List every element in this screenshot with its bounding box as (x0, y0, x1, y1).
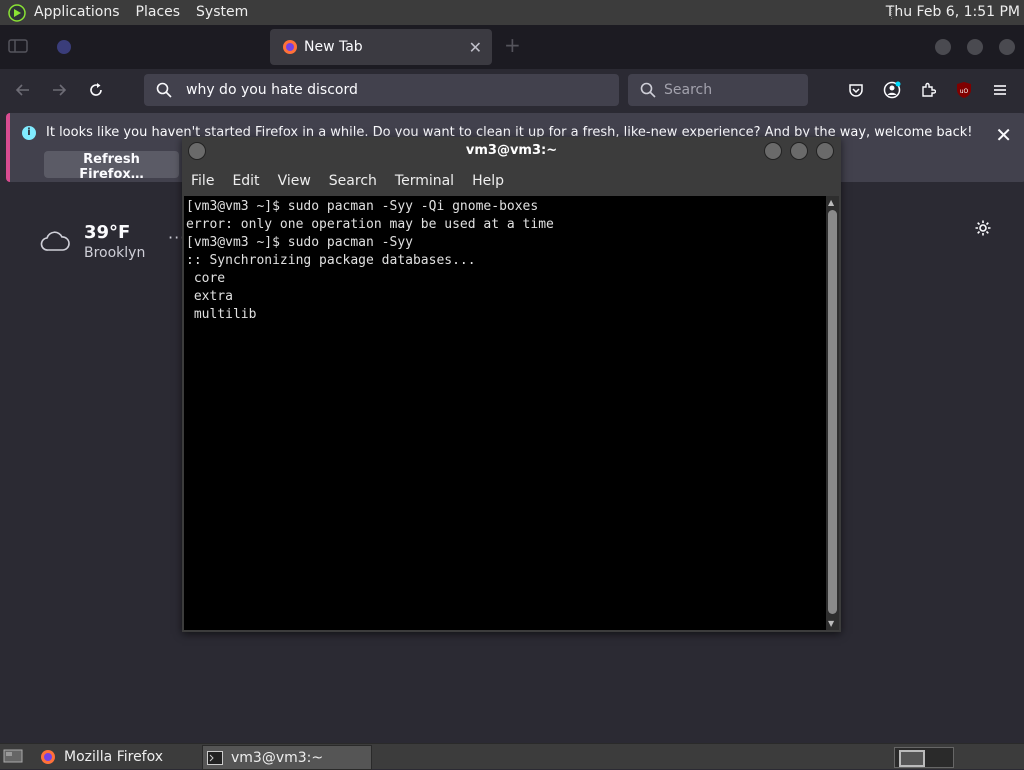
search-icon (640, 82, 656, 98)
scroll-up-icon[interactable]: ▲ (828, 198, 834, 207)
panel-menu-applications[interactable]: Applications (26, 0, 128, 25)
extensions-icon[interactable] (917, 79, 939, 101)
panel-menu-places[interactable]: Places (128, 0, 189, 25)
search-icon (156, 82, 172, 98)
terminal-title: vm3@vm3:~ (465, 143, 558, 158)
terminal-menu-search[interactable]: Search (320, 167, 386, 195)
ublock-origin-icon[interactable]: uO (953, 79, 975, 101)
workspace-switcher[interactable] (894, 747, 954, 768)
terminal-menu-help[interactable]: Help (463, 167, 513, 195)
terminal-window[interactable]: vm3@vm3:~ File Edit View Search Terminal… (182, 137, 841, 632)
panel-menubar: Applications Places System (0, 0, 256, 25)
close-tab-icon[interactable]: ✕ (469, 38, 482, 57)
firefox-icon (40, 749, 56, 765)
panel-clock[interactable]: Thu Feb 6, 1:51 PM (886, 0, 1020, 25)
show-desktop-icon[interactable] (3, 748, 23, 764)
distro-logo-icon[interactable] (8, 3, 26, 22)
window-close-button[interactable] (999, 39, 1015, 55)
terminal-menu-file[interactable]: File (182, 167, 223, 195)
terminal-scrollbar[interactable]: ▲ ▼ (826, 196, 839, 630)
pocket-icon[interactable] (845, 79, 867, 101)
panel-menu-system[interactable]: System (188, 0, 256, 25)
weather-city: Brooklyn (84, 245, 146, 261)
refresh-firefox-button[interactable]: Refresh Firefox… (44, 151, 179, 182)
forward-arrow-icon (53, 84, 67, 96)
firefox-navbar: why do you hate discord Search uO (0, 69, 1024, 111)
bottom-taskbar: Mozilla Firefox vm3@vm3:~ (0, 743, 1024, 770)
firefox-view-icon[interactable] (8, 38, 28, 58)
tab-label: New Tab (304, 39, 363, 55)
window-maximize-button[interactable] (967, 39, 983, 55)
account-icon[interactable] (881, 79, 903, 101)
back-arrow-icon (15, 84, 29, 96)
reload-button[interactable] (85, 79, 107, 101)
scroll-down-icon[interactable]: ▼ (828, 619, 834, 628)
terminal-line: error: only one operation may be used at… (186, 217, 554, 232)
tab-new-tab[interactable]: New Tab ✕ (270, 29, 492, 65)
scrollbar-thumb[interactable] (828, 210, 837, 614)
terminal-line: :: Synchronizing package databases... (186, 253, 476, 268)
weather-temperature: 39°F (84, 222, 131, 243)
terminal-close-button[interactable] (816, 142, 834, 160)
terminal-menu-view[interactable]: View (269, 167, 320, 195)
terminal-output[interactable]: [vm3@vm3 ~]$ sudo pacman -Syy -Qi gnome-… (184, 196, 826, 630)
terminal-maximize-button[interactable] (790, 142, 808, 160)
terminal-menu-terminal[interactable]: Terminal (386, 167, 463, 195)
weather-widget[interactable]: 39°F Brooklyn (40, 222, 145, 261)
gear-icon[interactable] (974, 219, 992, 241)
terminal-menu-edit[interactable]: Edit (223, 167, 268, 195)
url-bar-text[interactable]: why do you hate discord (186, 82, 358, 98)
terminal-line: [vm3@vm3 ~]$ sudo pacman -Syy (186, 235, 413, 250)
terminal-minimize-button[interactable] (764, 142, 782, 160)
terminal-menubar: File Edit View Search Terminal Help (182, 167, 513, 195)
taskbar-item-terminal[interactable]: vm3@vm3:~ (202, 745, 372, 770)
taskbar-item-label: vm3@vm3:~ (231, 749, 324, 766)
search-bar[interactable]: Search (628, 74, 808, 106)
search-bar-placeholder[interactable]: Search (664, 82, 712, 98)
tab-inactive[interactable] (44, 29, 264, 65)
terminal-icon (207, 750, 223, 765)
taskbar-item-label: Mozilla Firefox (64, 748, 164, 765)
top-panel: Applications Places System Thu Feb 6, 1:… (0, 0, 1024, 26)
forward-button[interactable] (48, 79, 70, 101)
firefox-tabstrip: New Tab ✕ + (0, 25, 1024, 69)
firefox-favicon-icon (282, 39, 298, 55)
reload-icon (90, 83, 102, 96)
cloud-icon (40, 230, 70, 256)
terminal-line: core (186, 271, 226, 286)
back-button[interactable] (12, 79, 34, 101)
discord-favicon-icon (56, 39, 72, 55)
svg-text:uO: uO (960, 88, 969, 95)
close-notification-icon[interactable]: ✕ (995, 123, 1012, 147)
terminal-line: extra (186, 289, 233, 304)
taskbar-item-firefox[interactable]: Mozilla Firefox (36, 745, 196, 768)
terminal-line: [vm3@vm3 ~]$ sudo pacman -Syy -Qi gnome-… (186, 199, 539, 214)
hamburger-menu-icon[interactable] (989, 79, 1011, 101)
workspace-1[interactable] (899, 750, 925, 767)
url-bar[interactable]: why do you hate discord (144, 74, 619, 106)
window-minimize-button[interactable] (935, 39, 951, 55)
new-tab-button[interactable]: + (504, 35, 521, 55)
info-icon: i (22, 126, 36, 140)
terminal-line: multilib (186, 307, 257, 322)
